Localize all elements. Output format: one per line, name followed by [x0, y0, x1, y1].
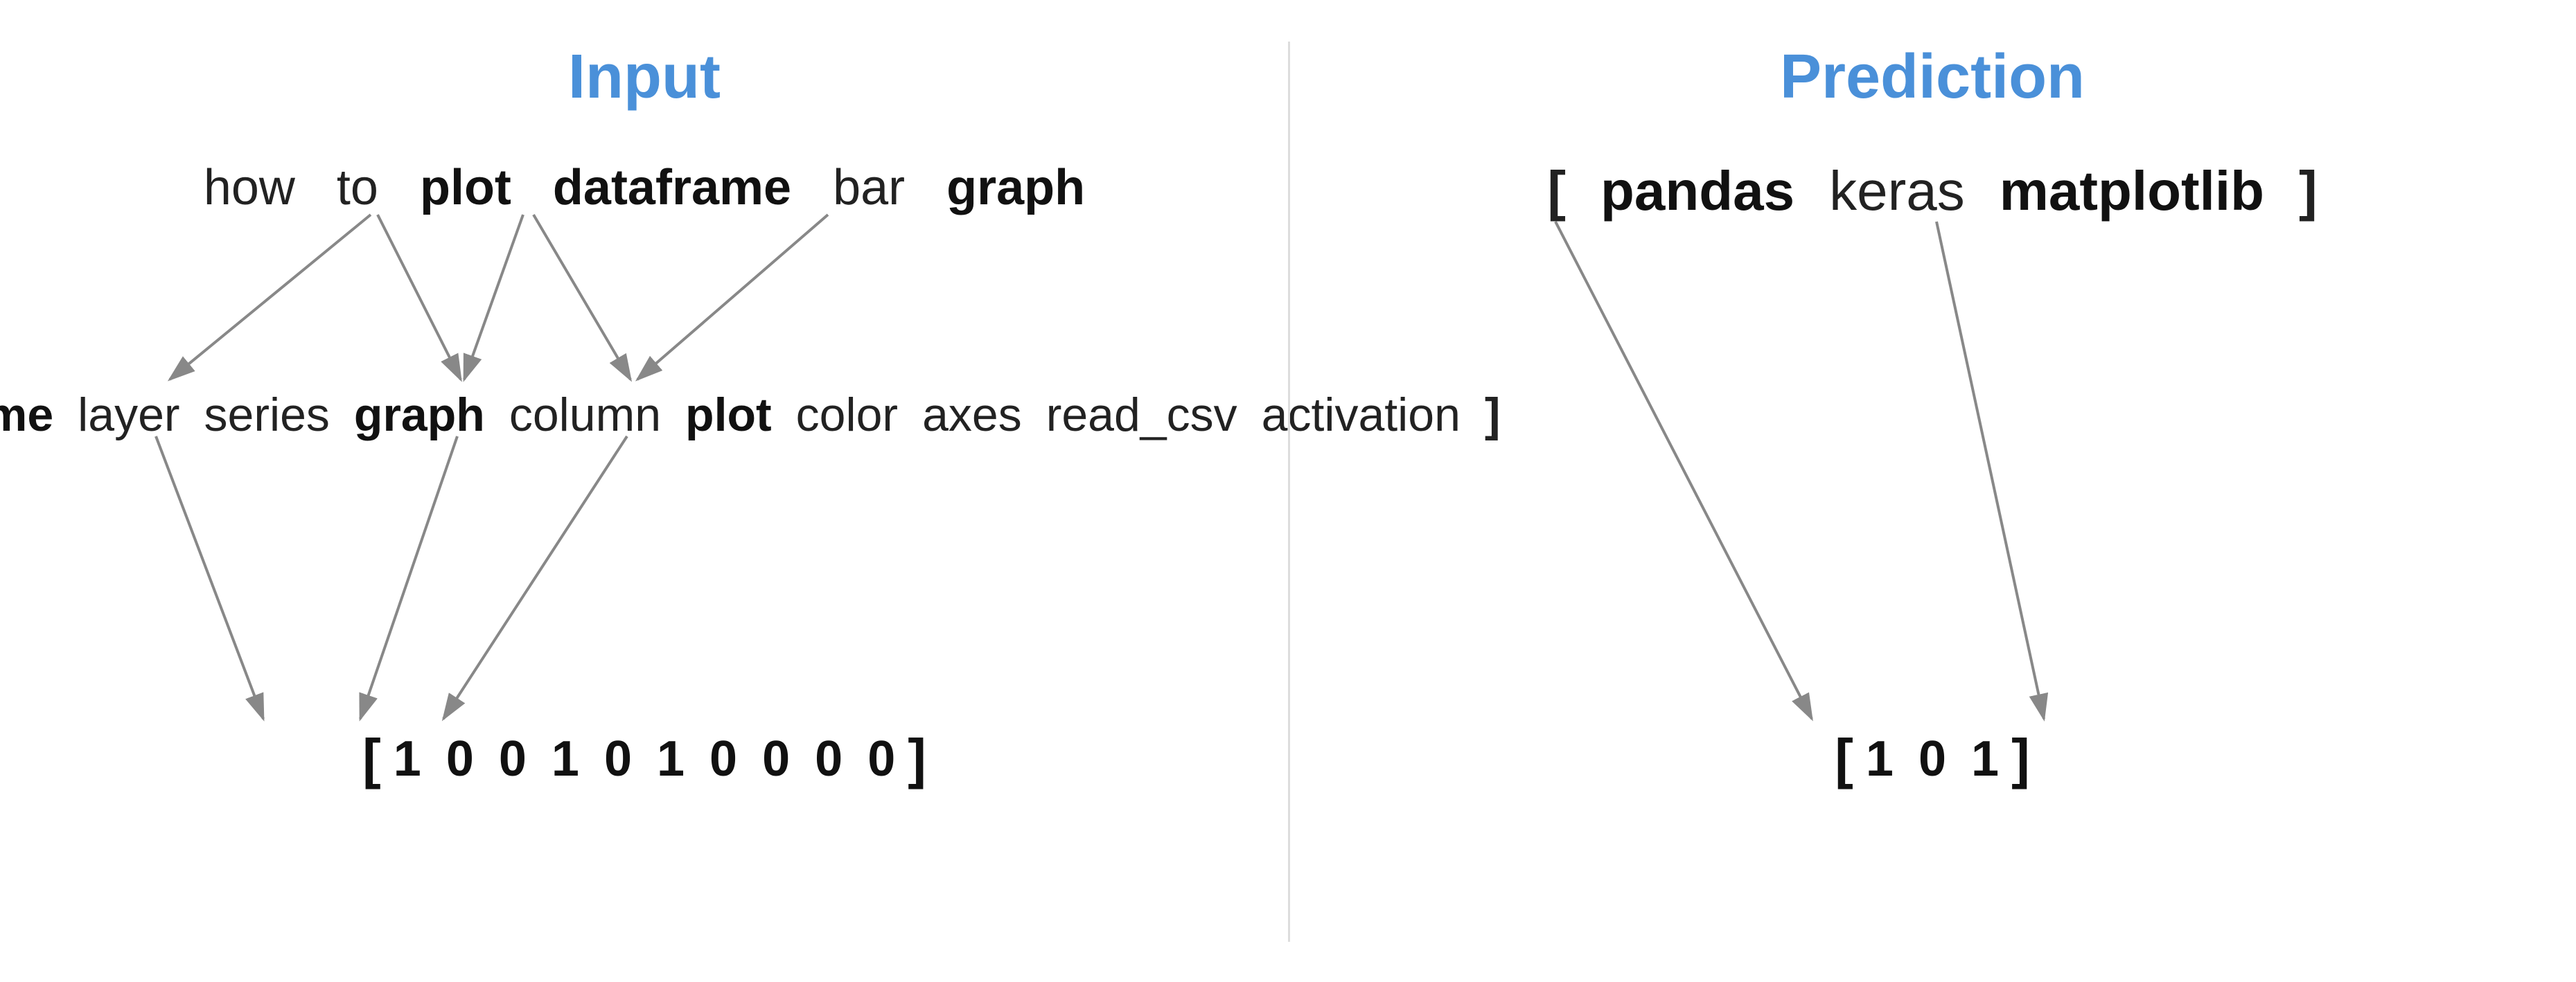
vocab-graph: graph — [354, 388, 485, 442]
prediction-section: Prediction [ pandas keras matplotlib ] [… — [1289, 0, 2576, 982]
prediction-title: Prediction — [1780, 42, 2085, 111]
pred-bracket-close: ] — [2299, 159, 2318, 223]
vocab-color: color — [796, 388, 898, 442]
vec-6: 0 — [709, 731, 737, 787]
input-vocab-words: [ dataframe layer series graph column pl… — [14, 388, 1275, 442]
input-output-vector: [ 1 0 0 1 0 1 0 0 0 0 ] — [55, 727, 1233, 791]
vec-1: 0 — [446, 731, 474, 787]
word-graph: graph — [946, 159, 1085, 216]
pred-vec-1: 0 — [1918, 731, 1946, 787]
prediction-arrows-svg — [1289, 0, 2576, 982]
vocab-read-csv: read_csv — [1046, 388, 1237, 442]
vec-4: 0 — [604, 731, 632, 787]
pred-pandas: pandas — [1600, 159, 1794, 223]
vocab-column: column — [509, 388, 661, 442]
input-arrows-svg — [0, 0, 1289, 982]
input-section: Input how to plot dataframe bar graph [ … — [0, 0, 1289, 982]
output-bracket-open: [ — [362, 727, 381, 791]
vec-9: 0 — [867, 731, 895, 787]
vec-7: 0 — [762, 731, 790, 787]
vec-8: 0 — [815, 731, 843, 787]
vec-5: 1 — [657, 731, 685, 787]
vec-3: 1 — [552, 731, 579, 787]
word-plot: plot — [420, 159, 511, 216]
vocab-axes: axes — [922, 388, 1022, 442]
word-to: to — [337, 159, 378, 216]
vocab-plot: plot — [685, 388, 772, 442]
input-query-words: how to plot dataframe bar graph — [55, 159, 1233, 216]
divider — [1288, 42, 1290, 942]
word-how: how — [204, 159, 295, 216]
pred-matplotlib: matplotlib — [2000, 159, 2264, 223]
vec-2: 0 — [499, 731, 527, 787]
vocab-series: series — [204, 388, 330, 442]
prediction-title-row: Prediction — [1289, 42, 2576, 113]
pred-keras: keras — [1829, 159, 1965, 223]
word-bar: bar — [833, 159, 905, 216]
output-bracket-close: ] — [908, 727, 926, 791]
pred-vec-0: 1 — [1866, 731, 1894, 787]
prediction-output-vector: [ 1 0 1 ] — [1344, 727, 2521, 791]
pred-bracket-open: [ — [1547, 159, 1566, 223]
input-title-row: Input — [0, 42, 1289, 113]
input-title: Input — [568, 42, 721, 111]
pred-output-bracket-open: [ — [1835, 727, 1853, 791]
vec-0: 1 — [394, 731, 421, 787]
word-dataframe: dataframe — [553, 159, 791, 216]
vocab-dataframe: dataframe — [0, 388, 53, 442]
pred-vec-2: 1 — [1971, 731, 1999, 787]
pred-output-bracket-close: ] — [2011, 727, 2030, 791]
vocab-layer: layer — [78, 388, 179, 442]
prediction-words: [ pandas keras matplotlib ] — [1344, 159, 2521, 223]
